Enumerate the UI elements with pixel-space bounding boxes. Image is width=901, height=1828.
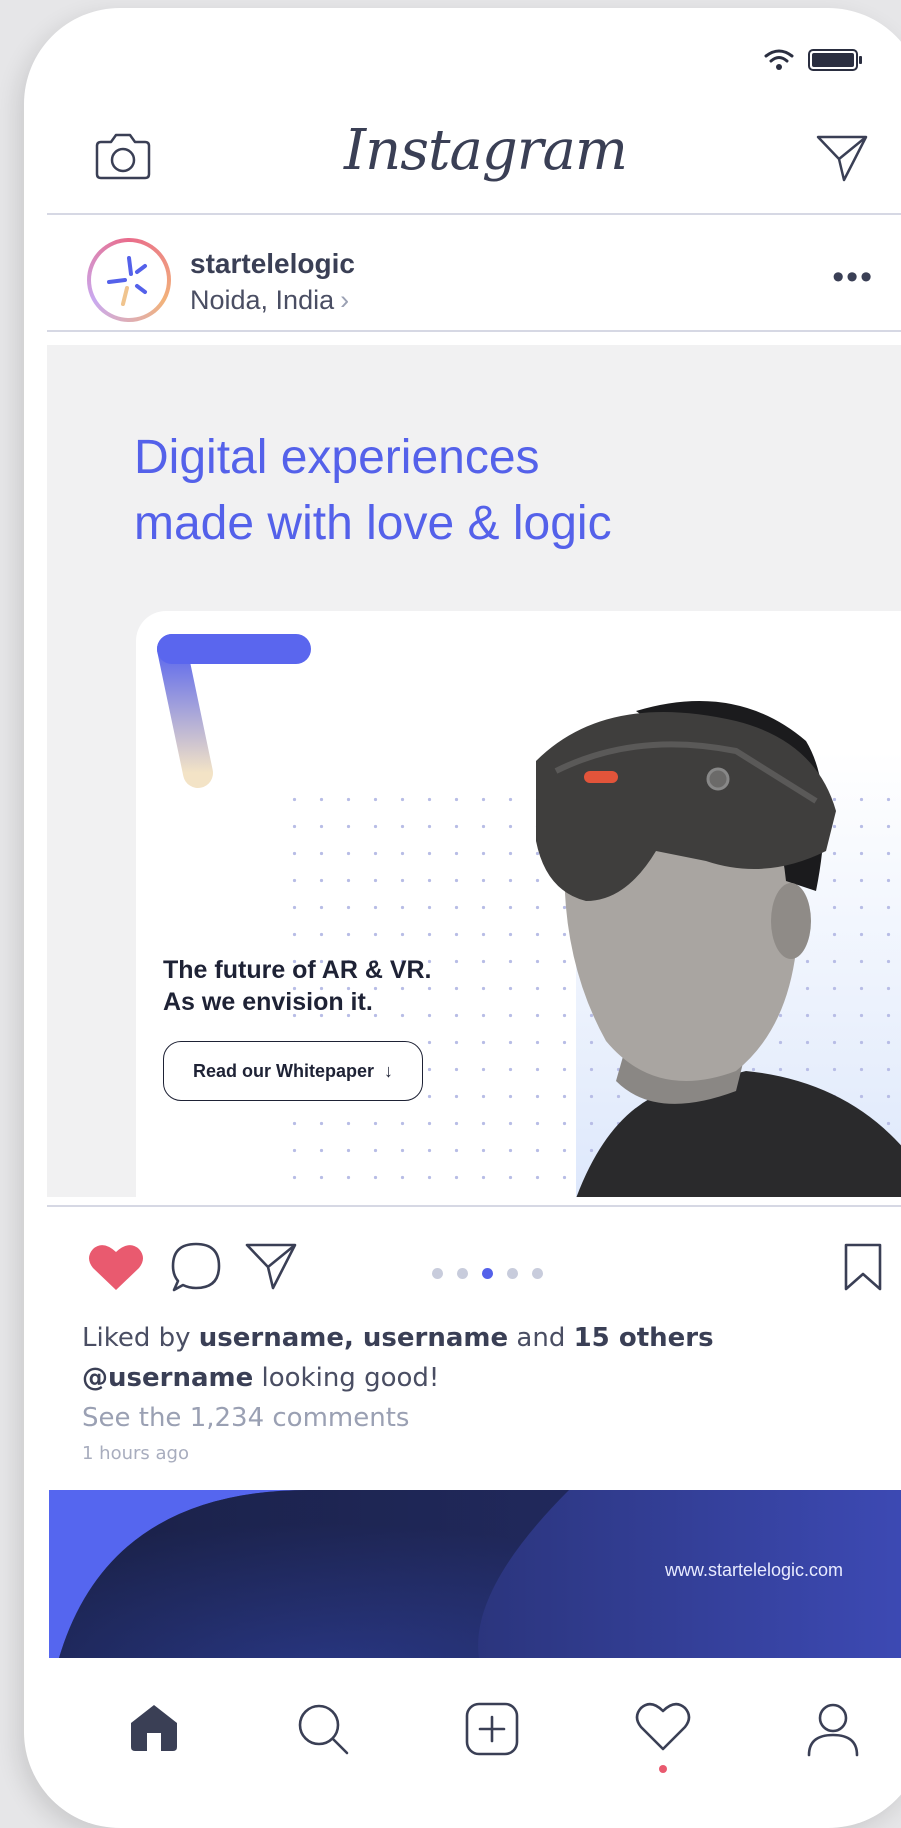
caption-text: looking good! xyxy=(253,1363,440,1393)
status-bar xyxy=(764,48,864,72)
carousel-dot xyxy=(432,1268,443,1279)
carousel-dot xyxy=(507,1268,518,1279)
carousel-dot xyxy=(532,1268,543,1279)
post-location-text: Noida, India xyxy=(190,285,335,315)
likes-users[interactable]: username, username xyxy=(199,1323,508,1353)
post-divider xyxy=(47,1205,901,1207)
brand-logo-icon xyxy=(107,256,147,306)
avatar[interactable] xyxy=(87,238,171,322)
activity-notification-dot xyxy=(659,1765,667,1773)
profile-icon[interactable] xyxy=(805,1701,861,1757)
home-icon[interactable] xyxy=(127,1701,181,1753)
post-image[interactable]: Digital experiences made with love & log… xyxy=(47,345,901,1197)
wifi-icon xyxy=(764,49,794,70)
more-options-button[interactable]: ••• xyxy=(832,258,874,297)
post-username[interactable]: startelelogic xyxy=(190,248,355,280)
post-header: startelelogic Noida, India › ••• xyxy=(63,230,901,330)
app-header: Instagram xyxy=(47,108,901,218)
post-meta: Liked by username, username and 15 other… xyxy=(82,1318,884,1470)
comment-icon[interactable] xyxy=(169,1240,223,1294)
battery-icon xyxy=(808,49,862,71)
whitepaper-button[interactable]: Read our Whitepaper ↓ xyxy=(163,1041,423,1101)
card-tagline-line2: As we envision it. xyxy=(163,988,373,1016)
card-tagline: The future of AR & VR. As we envision it… xyxy=(163,954,432,1018)
activity-icon[interactable] xyxy=(635,1701,691,1753)
post-caption: @username looking good! xyxy=(82,1358,884,1398)
card-tagline-line1: The future of AR & VR. xyxy=(163,956,432,984)
brand-stroke-graphic xyxy=(157,634,311,788)
phone-frame: Instagram startelelogic Noida, India › ••… xyxy=(24,8,901,1828)
bookmark-icon[interactable] xyxy=(843,1242,883,1292)
post-headline-line2: made with love & logic xyxy=(134,497,612,550)
carousel-pagination xyxy=(432,1268,543,1279)
app-logo: Instagram xyxy=(344,118,628,183)
post-timestamp: 1 hours ago xyxy=(82,1443,189,1464)
profile-divider xyxy=(47,330,901,332)
post-headline: Digital experiences made with love & log… xyxy=(134,425,612,557)
arrow-down-icon: ↓ xyxy=(384,1060,394,1081)
direct-message-icon[interactable] xyxy=(815,133,869,183)
add-post-icon[interactable] xyxy=(464,1701,520,1757)
carousel-dot xyxy=(457,1268,468,1279)
post-actions xyxy=(47,1216,901,1326)
bottom-tab-bar xyxy=(47,1663,901,1823)
next-post-url: www.startelelogic.com xyxy=(664,1560,843,1580)
view-comments-link[interactable]: See the 1,234 comments xyxy=(82,1398,884,1438)
promo-card: The future of AR & VR. As we envision it… xyxy=(136,611,901,1197)
caption-username[interactable]: @username xyxy=(82,1363,253,1393)
next-post-preview[interactable]: www.startelelogic.com xyxy=(49,1490,901,1658)
likes-others[interactable]: 15 others xyxy=(574,1323,714,1353)
search-icon[interactable] xyxy=(295,1701,351,1757)
likes-summary[interactable]: Liked by username, username and 15 other… xyxy=(82,1318,884,1358)
post-location[interactable]: Noida, India › xyxy=(190,285,349,316)
like-heart-icon[interactable] xyxy=(87,1242,145,1292)
vr-headset-person-image xyxy=(536,701,901,1197)
post-headline-line1: Digital experiences xyxy=(134,431,540,484)
likes-and: and xyxy=(508,1323,574,1353)
whitepaper-button-label: Read our Whitepaper xyxy=(192,1060,375,1081)
likes-prefix: Liked by xyxy=(82,1323,199,1353)
carousel-dot xyxy=(482,1268,493,1279)
chevron-right-icon: › xyxy=(340,285,350,315)
share-icon[interactable] xyxy=(244,1240,298,1292)
header-divider xyxy=(47,213,901,215)
